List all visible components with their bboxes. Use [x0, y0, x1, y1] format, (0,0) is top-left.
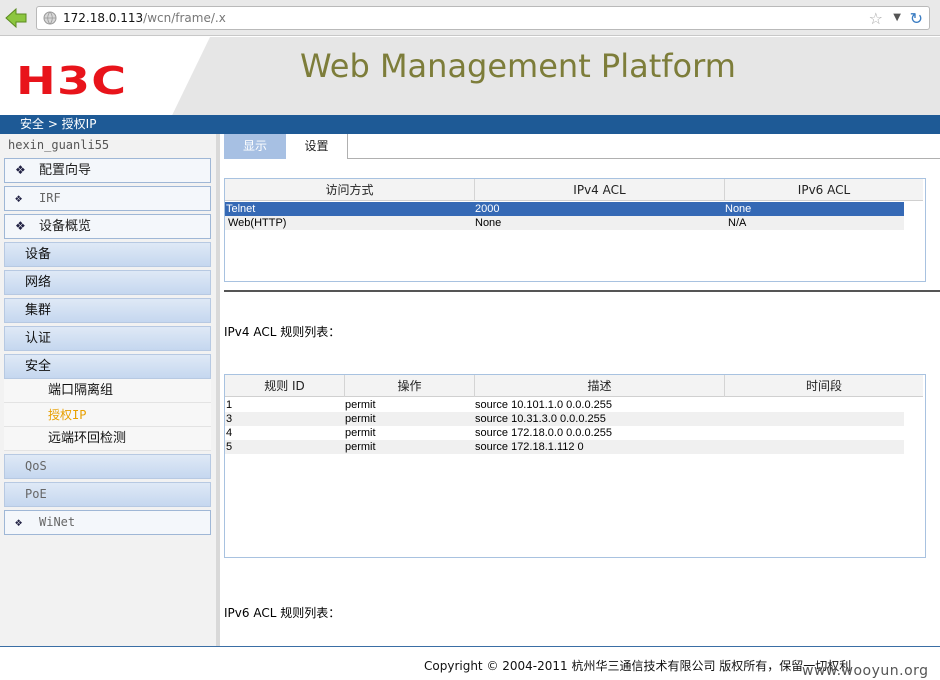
- table-cell: source 10.101.1.0 0.0.0.255: [475, 399, 612, 411]
- table-cell: Telnet: [226, 203, 256, 215]
- sidebar-category-security[interactable]: 安全: [4, 354, 211, 379]
- table-cell: N/A: [728, 217, 747, 229]
- back-arrow-icon[interactable]: [4, 6, 28, 30]
- table-header: 访问方式 IPv4 ACL IPv6 ACL: [225, 179, 923, 201]
- sidebar-item-label: QoS: [25, 459, 47, 473]
- breadcrumb: 安全 > 授权IP: [0, 115, 940, 134]
- table-row[interactable]: 4 permit source 172.18.0.0 0.0.0.255: [225, 426, 904, 440]
- sidebar: hexin_guanli55 ❖ 配置向导 ❖ IRF ❖ 设备概览 设备 网络…: [0, 134, 220, 646]
- sidebar-item-label: 认证: [25, 331, 52, 346]
- table-cell: None: [475, 217, 502, 229]
- column-header[interactable]: IPv6 ACL: [725, 179, 923, 201]
- table-cell: Web(HTTP): [228, 217, 287, 229]
- table-row-selected[interactable]: Telnet 2000 None: [225, 202, 904, 216]
- globe-icon: [43, 11, 57, 25]
- table-cell: 4: [226, 427, 233, 439]
- table-cell: permit: [345, 427, 376, 439]
- h3c-logo: H3C: [16, 59, 128, 103]
- sidebar-item-label: 端口隔离组: [48, 383, 114, 398]
- table-cell: permit: [345, 413, 376, 425]
- table-cell: source 172.18.0.0 0.0.0.255: [475, 427, 612, 439]
- sidebar-subitem-port-isolation[interactable]: 端口隔离组: [4, 379, 211, 403]
- diamond-icon: ❖: [15, 191, 23, 205]
- sidebar-item-label: 设备: [25, 247, 52, 262]
- column-header[interactable]: 时间段: [725, 375, 923, 397]
- sidebar-item-device-overview[interactable]: ❖ 设备概览: [4, 214, 211, 239]
- main-content: 显示 设置 访问方式 IPv4 ACL IPv6 ACL Telnet 2000…: [224, 134, 940, 646]
- table-row[interactable]: Web(HTTP) None N/A: [225, 216, 904, 230]
- ipv4-acl-table: 规则 ID 操作 描述 时间段 1 permit source 10.101.1…: [224, 374, 926, 558]
- sidebar-category-cluster[interactable]: 集群: [4, 298, 211, 323]
- reload-icon[interactable]: ↻: [910, 9, 923, 28]
- table-cell: None: [725, 203, 752, 215]
- sidebar-item-label: 集群: [25, 303, 52, 318]
- sidebar-item-label: 设备概览: [39, 219, 92, 234]
- footer: Copyright © 2004-2011 杭州华三通信技术有限公司 版权所有，…: [0, 646, 940, 680]
- tab-bar: 显示 设置: [224, 134, 940, 159]
- table-row[interactable]: 5 permit source 172.18.1.112 0: [225, 440, 904, 454]
- sidebar-category-network[interactable]: 网络: [4, 270, 211, 295]
- section-divider: [224, 290, 940, 292]
- sidebar-subitem-authorized-ip[interactable]: 授权IP: [4, 403, 211, 427]
- browser-toolbar: 172.18.0.113/wcn/frame/.x ☆ ▼ ↻: [0, 0, 940, 36]
- bookmark-star-icon[interactable]: ☆: [869, 9, 883, 28]
- column-header[interactable]: 规则 ID: [225, 375, 345, 397]
- sidebar-category-qos[interactable]: QoS: [4, 454, 211, 479]
- app-header: H3C Web Management Platform: [0, 37, 940, 115]
- table-header: 规则 ID 操作 描述 时间段: [225, 375, 923, 397]
- table-cell: source 10.31.3.0 0.0.0.255: [475, 413, 606, 425]
- copyright-text: Copyright © 2004-2011 杭州华三通信技术有限公司 版权所有，…: [424, 659, 852, 673]
- sidebar-item-label: 安全: [25, 359, 52, 374]
- table-cell: source 172.18.1.112 0: [475, 441, 584, 453]
- sidebar-item-winet[interactable]: ❖ WiNet: [4, 510, 211, 535]
- ipv4-acl-list-label: IPv4 ACL 规则列表：: [224, 325, 341, 339]
- table-cell: permit: [345, 441, 376, 453]
- sidebar-item-label: 配置向导: [39, 163, 92, 178]
- sidebar-item-wizard[interactable]: ❖ 配置向导: [4, 158, 211, 183]
- sidebar-item-label: 网络: [25, 275, 52, 290]
- url-host: 172.18.0.113: [63, 11, 144, 25]
- address-bar[interactable]: 172.18.0.113/wcn/frame/.x ☆ ▼ ↻: [36, 6, 930, 30]
- diamond-icon: ❖: [15, 163, 26, 177]
- ipv6-acl-list-label: IPv6 ACL 规则列表：: [224, 606, 341, 620]
- sidebar-item-label: IRF: [39, 191, 61, 205]
- sidebar-subitem-loopback-detection[interactable]: 远端环回检测: [4, 427, 211, 451]
- sidebar-item-label: 授权IP: [48, 408, 87, 422]
- sidebar-item-label: PoE: [25, 487, 47, 501]
- table-cell: 3: [226, 413, 233, 425]
- table-cell: 1: [226, 399, 233, 411]
- sidebar-item-label: WiNet: [39, 515, 76, 529]
- sidebar-category-authentication[interactable]: 认证: [4, 326, 211, 351]
- platform-title: Web Management Platform: [300, 47, 736, 85]
- table-row[interactable]: 3 permit source 10.31.3.0 0.0.0.255: [225, 412, 904, 426]
- sidebar-category-device[interactable]: 设备: [4, 242, 211, 267]
- table-cell: 5: [226, 441, 233, 453]
- sidebar-category-poe[interactable]: PoE: [4, 482, 211, 507]
- sidebar-item-irf[interactable]: ❖ IRF: [4, 186, 211, 211]
- table-cell: permit: [345, 399, 376, 411]
- tab-display[interactable]: 显示: [224, 134, 286, 159]
- url-text: 172.18.0.113/wcn/frame/.x: [63, 11, 226, 25]
- table-row[interactable]: 1 permit source 10.101.1.0 0.0.0.255: [225, 398, 904, 412]
- column-header[interactable]: IPv4 ACL: [475, 179, 725, 201]
- tab-settings[interactable]: 设置: [286, 134, 348, 159]
- column-header[interactable]: 操作: [345, 375, 475, 397]
- sidebar-item-label: 远端环回检测: [48, 431, 127, 446]
- username: hexin_guanli55: [8, 138, 110, 152]
- url-path: /wcn/frame/.x: [143, 11, 226, 25]
- access-method-table: 访问方式 IPv4 ACL IPv6 ACL Telnet 2000 None …: [224, 178, 926, 282]
- diamond-icon: ❖: [15, 515, 23, 529]
- column-header[interactable]: 访问方式: [225, 179, 475, 201]
- watermark: www.wooyun.org: [802, 663, 929, 679]
- dropdown-arrow-icon[interactable]: ▼: [893, 12, 901, 23]
- column-header[interactable]: 描述: [475, 375, 725, 397]
- diamond-icon: ❖: [15, 219, 26, 233]
- table-cell: 2000: [475, 203, 500, 215]
